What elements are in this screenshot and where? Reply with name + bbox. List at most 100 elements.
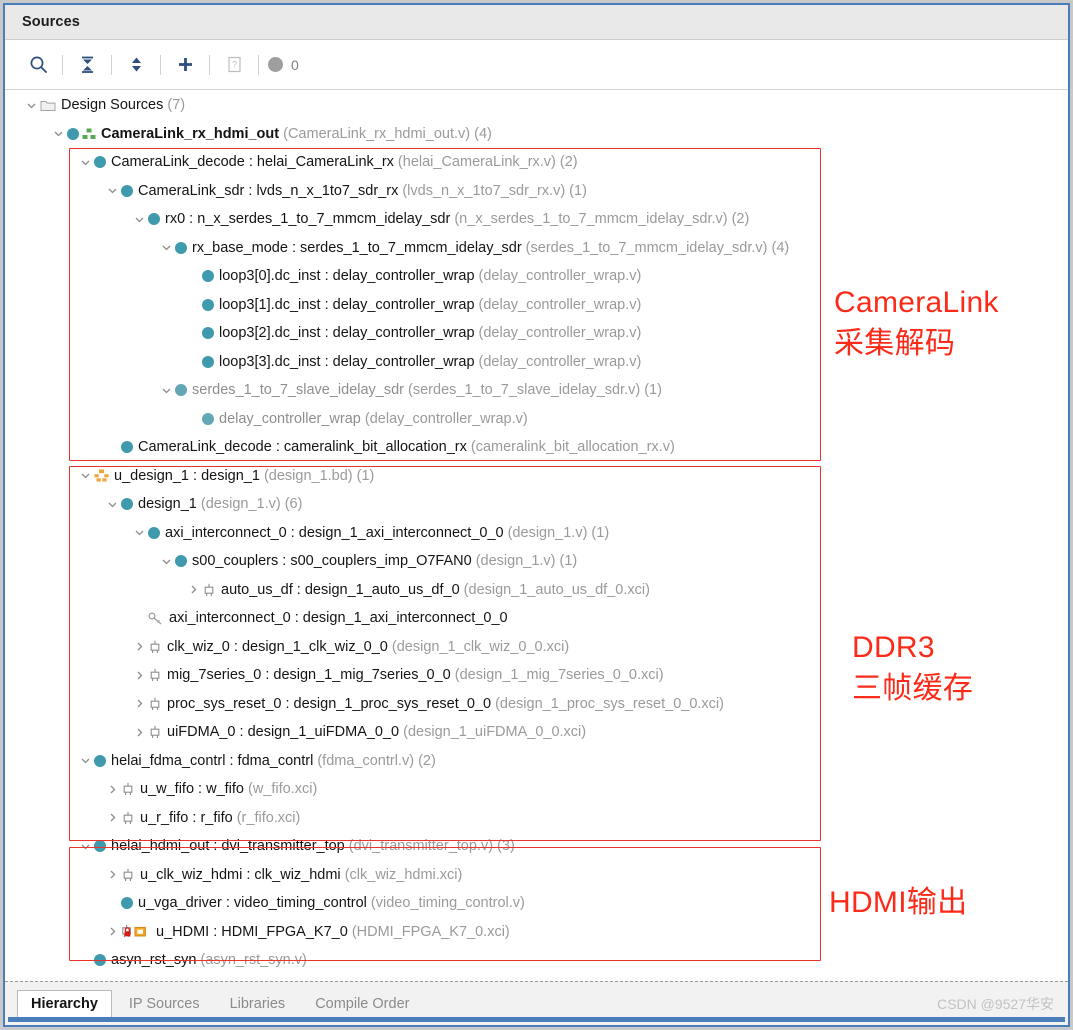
sources-toolbar: ? 0 xyxy=(5,40,1068,90)
tree-row[interactable]: helai_fdma_contrl : fdma_contrl (fdma_co… xyxy=(5,747,1068,776)
ip-core-icon xyxy=(148,725,162,739)
panel-title: Sources xyxy=(22,14,80,30)
tree-row[interactable]: CameraLink_decode : helai_CameraLink_rx … xyxy=(5,148,1068,177)
chevron-down-icon[interactable] xyxy=(77,752,94,769)
chevron-down-icon[interactable] xyxy=(77,467,94,484)
tree-row[interactable]: u_design_1 : design_1 (design_1.bd) (1) xyxy=(5,462,1068,491)
chevron-right-icon[interactable] xyxy=(131,724,148,741)
collapse-all-button[interactable] xyxy=(70,48,104,82)
chevron-down-icon[interactable] xyxy=(158,553,175,570)
chevron-right-icon[interactable] xyxy=(104,781,121,798)
tree-row-instance: delay_controller_wrap xyxy=(219,410,361,427)
tab-libraries[interactable]: Libraries xyxy=(217,991,299,1017)
tree-row-label: asyn_rst_syn (asyn_rst_syn.v) xyxy=(111,952,307,968)
chevron-down-icon[interactable] xyxy=(131,524,148,541)
search-button[interactable] xyxy=(21,48,55,82)
tab-compile-order[interactable]: Compile Order xyxy=(302,991,422,1017)
chevron-right-icon[interactable] xyxy=(185,581,202,598)
tree-row-instance: CameraLink_decode : helai_CameraLink_rx xyxy=(111,154,394,171)
tree-row-filename: (delay_controller_wrap.v) xyxy=(474,325,642,342)
tree-row[interactable]: CameraLink_decode : cameralink_bit_alloc… xyxy=(5,433,1068,462)
tree-row[interactable]: rx0 : n_x_serdes_1_to_7_mmcm_idelay_sdr … xyxy=(5,205,1068,234)
tab-ip-sources[interactable]: IP Sources xyxy=(116,991,213,1017)
ip-core-icon xyxy=(121,782,135,796)
tree-row[interactable]: design_1 (design_1.v) (6) xyxy=(5,490,1068,519)
tree-row-filename: (clk_wiz_hdmi.xci) xyxy=(340,866,463,883)
tree-row-label: helai_fdma_contrl : fdma_contrl (fdma_co… xyxy=(111,753,436,769)
tree-row[interactable]: axi_interconnect_0 : design_1_axi_interc… xyxy=(5,519,1068,548)
message-count[interactable]: 0 xyxy=(268,57,299,73)
tree-row-child-count: (4) xyxy=(470,125,492,142)
module-icon xyxy=(94,954,106,967)
module-icon xyxy=(121,498,133,511)
tree-row-filename: (HDMI_FPGA_K7_0.xci) xyxy=(347,923,510,940)
tree-row[interactable]: helai_hdmi_out : dvi_transmitter_top (dv… xyxy=(5,832,1068,861)
chevron-right-icon[interactable] xyxy=(104,809,121,826)
toolbar-separator xyxy=(209,54,210,75)
tree-row[interactable]: CameraLink_sdr : lvds_n_x_1to7_sdr_rx (l… xyxy=(5,177,1068,206)
report-button[interactable]: ? xyxy=(217,48,251,82)
tree-row-filename: (CameraLink_rx_hdmi_out.v) xyxy=(279,125,471,142)
tree-row[interactable]: serdes_1_to_7_slave_idelay_sdr (serdes_1… xyxy=(5,376,1068,405)
chevron-down-icon[interactable] xyxy=(158,382,175,399)
chevron-down-icon[interactable] xyxy=(158,239,175,256)
tree-row[interactable]: uiFDMA_0 : design_1_uiFDMA_0_0 (design_1… xyxy=(5,718,1068,747)
chevron-right-icon[interactable] xyxy=(131,695,148,712)
tree-row-instance: loop3[2].dc_inst : delay_controller_wrap xyxy=(219,325,475,342)
tree-row[interactable]: asyn_rst_syn (asyn_rst_syn.v) xyxy=(5,946,1068,975)
tree-row-filename: (r_fifo.xci) xyxy=(232,809,301,826)
tree-row[interactable]: rx_base_mode : serdes_1_to_7_mmcm_idelay… xyxy=(5,234,1068,263)
tree-indent-spacer xyxy=(185,353,202,370)
module-icon xyxy=(202,355,214,368)
chevron-down-icon[interactable] xyxy=(23,97,40,114)
tab-hierarchy[interactable]: Hierarchy xyxy=(17,989,112,1018)
tree-row-child-count: (1) xyxy=(587,524,610,541)
tree-row[interactable]: Design Sources (7) xyxy=(5,91,1068,120)
chevron-down-icon[interactable] xyxy=(77,838,94,855)
tree-row-label: helai_hdmi_out : dvi_transmitter_top (dv… xyxy=(111,838,515,854)
tree-row-label: rx_base_mode : serdes_1_to_7_mmcm_idelay… xyxy=(192,240,789,256)
tree-row-label: s00_couplers : s00_couplers_imp_O7FAN0 (… xyxy=(192,553,577,569)
tree-row-child-count: (6) xyxy=(280,496,303,513)
tree-row[interactable]: auto_us_df : design_1_auto_us_df_0 (desi… xyxy=(5,576,1068,605)
toolbar-separator xyxy=(160,54,161,75)
tree-row[interactable]: u_r_fifo : r_fifo (r_fifo.xci) xyxy=(5,804,1068,833)
tree-row-label: clk_wiz_0 : design_1_clk_wiz_0_0 (design… xyxy=(167,639,569,655)
expand-all-button[interactable] xyxy=(119,48,153,82)
annotation-line-1: CameraLink xyxy=(834,286,999,319)
tree-row-label: delay_controller_wrap (delay_controller_… xyxy=(219,411,528,427)
tree-row[interactable]: delay_controller_wrap (delay_controller_… xyxy=(5,405,1068,434)
tree-row-filename: (design_1.v) xyxy=(471,553,556,570)
tree-row-label: u_vga_driver : video_timing_control (vid… xyxy=(138,895,525,911)
tree-row-instance: design_1 xyxy=(138,496,197,513)
tree-row-label: loop3[2].dc_inst : delay_controller_wrap… xyxy=(219,325,641,341)
tree-row-instance: auto_us_df : design_1_auto_us_df_0 xyxy=(221,581,460,598)
chevron-down-icon[interactable] xyxy=(77,154,94,171)
tree-row-instance: u_clk_wiz_hdmi : clk_wiz_hdmi xyxy=(140,866,341,883)
tree-row-child-count: (4) xyxy=(767,239,790,256)
message-count-label: 0 xyxy=(291,56,299,73)
tree-row-instance: u_r_fifo : r_fifo xyxy=(140,809,233,826)
sources-tree[interactable]: Design Sources (7) CameraLink_rx_hdmi_out… xyxy=(5,91,1068,981)
chevron-right-icon[interactable] xyxy=(104,866,121,883)
tree-indent-spacer xyxy=(104,895,121,912)
tree-row[interactable]: s00_couplers : s00_couplers_imp_O7FAN0 (… xyxy=(5,547,1068,576)
tree-row-filename: (asyn_rst_syn.v) xyxy=(196,952,307,969)
chevron-down-icon[interactable] xyxy=(50,125,67,142)
chevron-right-icon[interactable] xyxy=(104,923,121,940)
chevron-down-icon[interactable] xyxy=(104,496,121,513)
tree-row-instance: CameraLink_decode : cameralink_bit_alloc… xyxy=(138,439,467,456)
chevron-right-icon[interactable] xyxy=(131,638,148,655)
ip-core-icon xyxy=(148,640,162,654)
tree-indent-spacer xyxy=(185,268,202,285)
annotation-line-2: 采集解码 xyxy=(834,326,956,360)
add-sources-button[interactable] xyxy=(168,48,202,82)
chevron-down-icon[interactable] xyxy=(131,211,148,228)
tree-row[interactable]: u_w_fifo : w_fifo (w_fifo.xci) xyxy=(5,775,1068,804)
tree-row-instance: Design Sources xyxy=(61,97,164,114)
tree-row[interactable]: CameraLink_rx_hdmi_out (CameraLink_rx_hd… xyxy=(5,120,1068,149)
chevron-right-icon[interactable] xyxy=(131,667,148,684)
tree-row-instance: loop3[0].dc_inst : delay_controller_wrap xyxy=(219,268,475,285)
chevron-down-icon[interactable] xyxy=(104,182,121,199)
ip-core-icon xyxy=(121,868,135,882)
